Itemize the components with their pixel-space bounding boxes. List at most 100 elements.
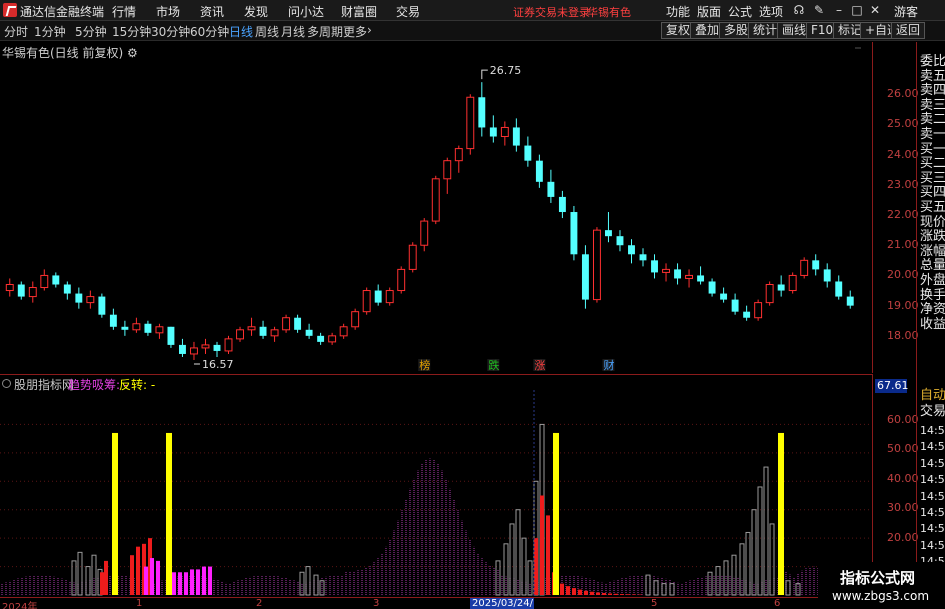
candle-body bbox=[63, 284, 71, 294]
candle-body bbox=[339, 326, 348, 337]
back-button[interactable]: 返回 bbox=[891, 22, 926, 39]
candle-body bbox=[743, 311, 751, 318]
event-marker[interactable]: 跌 bbox=[488, 358, 499, 372]
tick-time: 14:56 bbox=[920, 506, 945, 519]
guest-login[interactable]: 游客 bbox=[894, 3, 918, 20]
candle-body bbox=[592, 229, 601, 301]
period-multi[interactable]: 多周期 bbox=[307, 23, 343, 40]
candle-body bbox=[431, 178, 440, 222]
candle-body bbox=[524, 145, 532, 161]
event-marker[interactable]: 涨 bbox=[534, 359, 545, 372]
candle-body bbox=[720, 293, 728, 300]
candle-body bbox=[651, 260, 658, 273]
menu-item-market[interactable]: 行情 bbox=[112, 3, 136, 20]
candle-body bbox=[52, 275, 60, 285]
signal-column bbox=[112, 432, 118, 595]
period-15min[interactable]: 15分钟 bbox=[112, 23, 151, 40]
indicator-grey-bar bbox=[661, 583, 667, 596]
menu-item-wealth[interactable]: 财富圈 bbox=[341, 3, 377, 20]
indicator-grey-bar bbox=[763, 466, 769, 596]
candle-body bbox=[697, 275, 705, 282]
indicator-chart-panel[interactable] bbox=[0, 390, 872, 597]
candle-body bbox=[259, 326, 267, 336]
price-tick: 26.00 bbox=[887, 87, 919, 101]
period-weekly[interactable]: 周线 bbox=[255, 23, 279, 40]
indicator-grey-bar bbox=[739, 543, 745, 596]
indicator-grey-bar bbox=[751, 509, 757, 596]
period-1min[interactable]: 1分钟 bbox=[34, 23, 66, 40]
trade-label[interactable]: 交易 bbox=[920, 400, 945, 419]
date-tick: 1 bbox=[136, 598, 143, 609]
candle-body bbox=[408, 244, 417, 270]
indicator-grey-bar bbox=[757, 486, 763, 596]
menu-item-discover[interactable]: 发现 bbox=[244, 3, 268, 20]
indicator-grey-bar bbox=[745, 531, 751, 596]
candle-body bbox=[247, 326, 256, 331]
indicator-circle-icon[interactable] bbox=[2, 379, 11, 388]
indicator-red-bar bbox=[614, 593, 618, 595]
menu-item-markets[interactable]: 市场 bbox=[156, 3, 180, 20]
window-controls: ☊ ✎ – □ ✕ bbox=[768, 3, 880, 18]
tick-time: 14:56 bbox=[920, 473, 945, 487]
period-toolbar: 分时 1分钟 5分钟 15分钟 30分钟 60分钟 日线 周线 月线 多周期 更… bbox=[0, 21, 945, 41]
candle-body bbox=[98, 296, 106, 315]
candle-body bbox=[75, 293, 83, 303]
account-status[interactable]: 证券交易未登录 bbox=[513, 4, 590, 20]
indicator-grey-bar bbox=[669, 583, 675, 596]
indicator-header: 股朋指标网 趋势吸筹: - 反转: - bbox=[0, 374, 872, 392]
period-monthly[interactable]: 月线 bbox=[281, 23, 305, 40]
indicator-magenta-bar bbox=[144, 566, 148, 595]
indicator-grey-bar bbox=[495, 560, 501, 596]
chart-title: 华锡有色(日线 前复权) ⚙ bbox=[2, 46, 138, 60]
watermark-url: www.zbgs3.com bbox=[832, 589, 930, 603]
candle-body bbox=[500, 126, 509, 138]
watermark-title: 指标公式网 bbox=[840, 569, 916, 587]
candle-body bbox=[466, 96, 475, 150]
indicator-magenta-bar bbox=[172, 572, 176, 595]
period-timeshare[interactable]: 分时 bbox=[4, 23, 28, 40]
indicator-red-bar bbox=[560, 583, 564, 595]
candle-body bbox=[155, 326, 164, 334]
close-icon[interactable]: ✕ bbox=[868, 3, 882, 17]
candle-body bbox=[454, 148, 463, 162]
tick-time: 14:56 bbox=[920, 489, 945, 503]
menu-item-formula[interactable]: 公式 bbox=[728, 3, 752, 20]
indicator-red-bar bbox=[136, 546, 140, 595]
date-axis: 2024年 1 2 3 2025/03/24/一 5 6 bbox=[0, 597, 872, 609]
candle-body bbox=[512, 127, 520, 146]
menu-item-layout[interactable]: 版面 bbox=[697, 3, 721, 20]
candle-body bbox=[835, 281, 843, 297]
indicator-tick: 40.00 bbox=[887, 471, 919, 485]
menu-item-ask[interactable]: 问小达 bbox=[288, 3, 324, 20]
skin-icon[interactable]: ✎ bbox=[812, 3, 826, 17]
candle-body bbox=[305, 329, 313, 336]
period-more[interactable]: 更多 bbox=[343, 23, 367, 40]
signal-column bbox=[778, 432, 784, 595]
indicator-red-bar bbox=[534, 538, 538, 595]
high-price-label: 26.75 bbox=[490, 64, 521, 77]
period-30min[interactable]: 30分钟 bbox=[151, 23, 190, 40]
period-60min[interactable]: 60分钟 bbox=[190, 23, 229, 40]
maximize-icon[interactable]: □ bbox=[850, 3, 864, 17]
candle-body bbox=[40, 274, 49, 289]
event-marker[interactable]: 财 bbox=[603, 358, 614, 372]
candle-body bbox=[224, 338, 233, 352]
period-daily[interactable]: 日线 bbox=[229, 23, 253, 40]
indicator-red-bar bbox=[566, 586, 570, 595]
event-marker[interactable]: 榜 bbox=[419, 358, 430, 372]
menu-item-news[interactable]: 资讯 bbox=[200, 3, 224, 20]
kline-chart-panel[interactable]: 华锡有色(日线 前复权) ⚙ 26.75 16.57 榜 跌 涨 财 bbox=[0, 42, 872, 373]
headset-icon[interactable]: ☊ bbox=[792, 3, 806, 17]
menu-item-functions[interactable]: 功能 bbox=[666, 3, 690, 20]
chevron-right-icon[interactable]: › bbox=[367, 23, 372, 37]
period-5min[interactable]: 5分钟 bbox=[75, 23, 107, 40]
candle-body bbox=[17, 284, 25, 297]
minimize-icon[interactable]: – bbox=[832, 3, 846, 17]
settings-gear-icon[interactable]: ⚙ bbox=[127, 46, 138, 60]
candle-body bbox=[201, 344, 210, 349]
candle-body bbox=[282, 317, 291, 331]
date-tick: 2 bbox=[256, 598, 263, 609]
candle-body bbox=[812, 260, 820, 270]
indicator-magenta-bar bbox=[178, 572, 182, 595]
menu-item-trade[interactable]: 交易 bbox=[396, 3, 420, 20]
